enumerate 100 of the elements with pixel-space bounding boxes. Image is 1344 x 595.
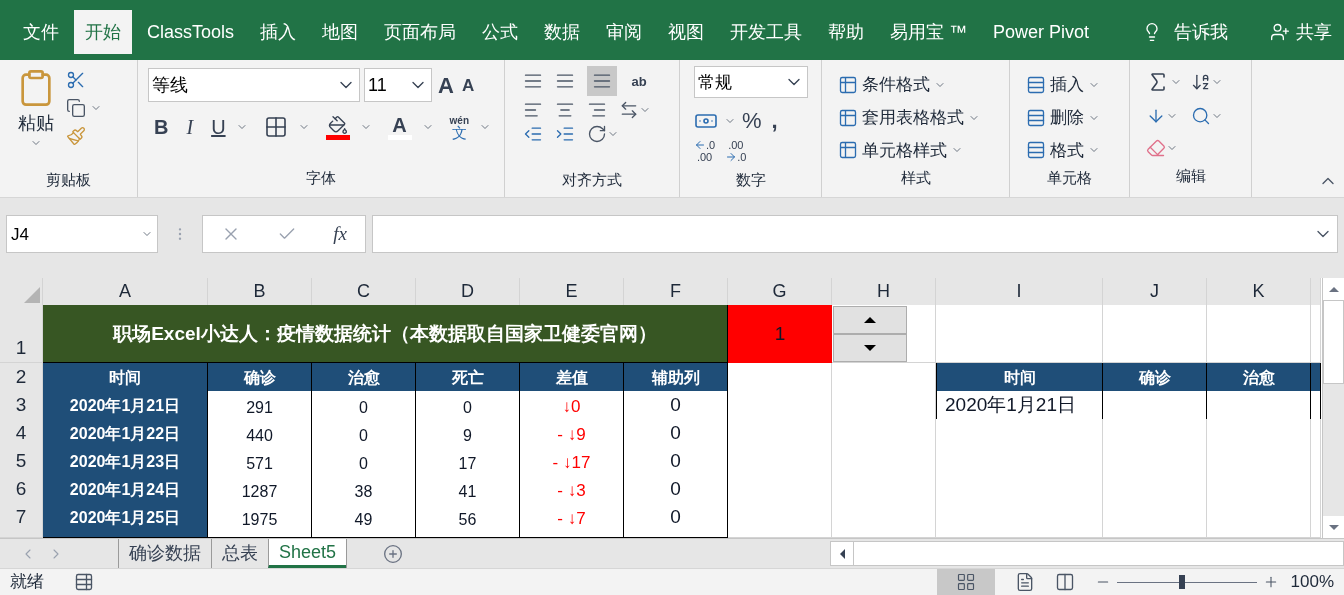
column-header[interactable]: J xyxy=(1103,278,1207,307)
name-box[interactable]: J4 xyxy=(6,215,158,254)
borders-icon[interactable] xyxy=(263,115,288,140)
menu-tab[interactable]: 公式 xyxy=(471,10,530,55)
eraser-icon[interactable] xyxy=(1146,138,1166,159)
user-plus-icon[interactable] xyxy=(1270,22,1290,43)
menu-tab[interactable]: Power Pivot xyxy=(982,10,1101,55)
spin-down-button[interactable] xyxy=(833,334,907,363)
menu-tab[interactable]: 地图 xyxy=(311,10,370,55)
zoom-slider-thumb[interactable] xyxy=(1179,575,1186,589)
font-name-field[interactable]: 等线 xyxy=(148,68,360,103)
menu-tab[interactable]: 开发工具 xyxy=(719,10,814,55)
cells-menu-button[interactable]: 格式 xyxy=(1026,133,1113,167)
table-icon[interactable] xyxy=(838,74,858,95)
column-header[interactable]: C xyxy=(312,278,416,307)
menu-tab[interactable]: 帮助 xyxy=(817,10,876,55)
row-header[interactable]: 5 xyxy=(0,447,43,477)
comma-button[interactable]: , xyxy=(767,104,782,138)
paintbrush-icon[interactable] xyxy=(66,126,86,147)
scroll-down-button[interactable] xyxy=(1323,516,1344,538)
column-header[interactable]: E xyxy=(520,278,624,307)
row-header[interactable]: 7 xyxy=(0,503,43,533)
orientation-icon[interactable] xyxy=(587,124,607,145)
rows-icon[interactable] xyxy=(1026,74,1046,95)
fill-color-icon[interactable] xyxy=(325,114,350,140)
menu-tab[interactable]: 页面布局 xyxy=(373,10,468,55)
bold-button[interactable]: B xyxy=(154,112,169,143)
rows-icon[interactable] xyxy=(1026,140,1046,161)
table-cell: 0 xyxy=(624,503,728,533)
styles-menu-button[interactable]: 条件格式 xyxy=(838,68,993,102)
macro-record-icon[interactable] xyxy=(74,572,94,592)
column-header[interactable]: K xyxy=(1207,278,1311,307)
cells-menu-button[interactable]: 删除 xyxy=(1026,101,1113,134)
spin-up-button[interactable] xyxy=(833,306,907,335)
row-header[interactable] xyxy=(0,531,43,538)
tell-me-label[interactable]: 告诉我 xyxy=(1174,18,1228,46)
rows-icon[interactable] xyxy=(1026,107,1046,128)
table-icon[interactable] xyxy=(838,140,858,161)
menu-tab[interactable]: 插入 xyxy=(249,10,308,55)
column-header[interactable]: D xyxy=(416,278,520,307)
menu-tab[interactable]: 审阅 xyxy=(595,10,654,55)
phonetic-button[interactable]: wén 文 xyxy=(449,115,470,140)
page-break-icon[interactable] xyxy=(1054,572,1075,592)
share-button[interactable]: 共享 xyxy=(1270,18,1332,46)
align-bottom-icon[interactable] xyxy=(587,66,617,97)
table-cell: 0 xyxy=(416,391,520,421)
group-label: 编辑 xyxy=(1175,165,1206,186)
underline-button[interactable]: U xyxy=(211,112,226,143)
paste-button[interactable]: 粘贴 xyxy=(16,66,56,169)
styles-menu-button[interactable]: 单元格样式 xyxy=(838,133,993,167)
column-header[interactable]: B xyxy=(208,278,312,307)
row-header[interactable]: 1 xyxy=(0,305,43,364)
zoom-level[interactable]: 100% xyxy=(1290,569,1334,595)
font-size-field[interactable]: 11 xyxy=(364,68,432,103)
formula-input-field[interactable] xyxy=(372,215,1338,254)
italic-button[interactable]: I xyxy=(178,112,202,143)
scroll-thumb[interactable] xyxy=(1323,300,1344,385)
column-header[interactable]: G xyxy=(728,278,832,307)
menu-tab[interactable]: 数据 xyxy=(533,10,592,55)
vertical-scrollbar[interactable] xyxy=(1322,278,1344,538)
zoom-slider[interactable] xyxy=(1116,575,1257,589)
cells-menu-button[interactable]: 插入 xyxy=(1026,68,1113,102)
number-format-field[interactable]: 常规 xyxy=(694,66,808,99)
percent-button[interactable]: % xyxy=(742,104,762,138)
table-cell: 0 xyxy=(624,391,728,421)
sheet-tab[interactable]: Sheet5 xyxy=(268,539,347,568)
column-header[interactable]: H xyxy=(832,278,936,307)
scissors-icon[interactable] xyxy=(66,70,86,91)
grid-icon xyxy=(955,572,976,592)
menu-tab[interactable]: 文件 xyxy=(12,10,70,55)
increase-decimal-button[interactable]: .0 .00 xyxy=(694,139,716,164)
normal-view-button[interactable] xyxy=(936,569,995,595)
table-icon[interactable] xyxy=(838,107,858,128)
row-header[interactable]: 4 xyxy=(0,419,43,449)
scroll-up-button[interactable] xyxy=(1323,278,1344,301)
font-color-button[interactable]: A xyxy=(387,114,412,140)
menu-tab[interactable]: 易用宝 ™ xyxy=(879,10,979,55)
menu-tab[interactable]: ClassTools xyxy=(136,10,246,55)
table-cell: 440 xyxy=(208,419,312,449)
menu-tab[interactable]: 开始 xyxy=(74,10,132,55)
merge-icon[interactable] xyxy=(619,100,639,121)
column-header[interactable]: F xyxy=(624,278,728,307)
add-sheet-icon[interactable] xyxy=(383,543,404,564)
table-cell: 0 xyxy=(624,475,728,505)
column-header[interactable]: A xyxy=(43,278,208,307)
styles-menu-button[interactable]: 套用表格格式 xyxy=(838,101,993,134)
insert-function-button[interactable]: fx xyxy=(333,220,347,249)
copy-icon[interactable] xyxy=(66,98,86,119)
decrease-decimal-button[interactable]: .00 .0 xyxy=(725,139,747,164)
column-header[interactable]: I xyxy=(936,278,1103,307)
row-header[interactable]: 6 xyxy=(0,475,43,505)
wrap-text-button[interactable]: ab xyxy=(619,71,659,92)
shrink-font-button[interactable]: A xyxy=(459,72,477,99)
row-header[interactable]: 2 xyxy=(0,363,43,393)
menu-tab[interactable]: 视图 xyxy=(657,10,716,55)
horizontal-scrollbar[interactable] xyxy=(830,541,1344,566)
grow-font-button[interactable]: A xyxy=(436,68,456,102)
row-header[interactable]: 3 xyxy=(0,391,43,421)
arrow-left-icon xyxy=(694,139,706,152)
search-icon[interactable] xyxy=(1190,106,1211,127)
